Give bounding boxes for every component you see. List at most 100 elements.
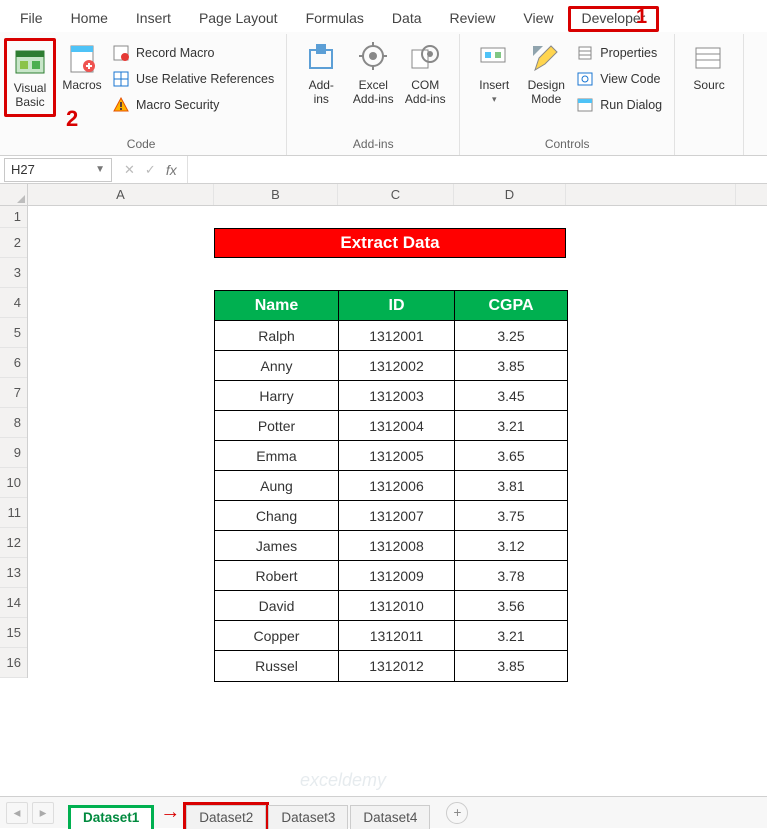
chevron-down-icon[interactable]: ▼ bbox=[95, 164, 105, 175]
cell-cgpa[interactable]: 3.21 bbox=[455, 621, 567, 651]
group-addins: Add- ins Excel Add-ins COM Add-ins Add-i… bbox=[287, 34, 460, 155]
run-dialog-button[interactable]: Run Dialog bbox=[572, 94, 666, 116]
row-header[interactable]: 14 bbox=[0, 588, 27, 618]
tab-page-layout[interactable]: Page Layout bbox=[185, 6, 292, 32]
cancel-formula-icon[interactable]: ✕ bbox=[124, 162, 135, 178]
view-code-button[interactable]: View Code bbox=[572, 68, 666, 90]
cell-name[interactable]: Chang bbox=[215, 501, 339, 531]
cell-id[interactable]: 1312010 bbox=[339, 591, 455, 621]
cell-id[interactable]: 1312005 bbox=[339, 441, 455, 471]
cell-cgpa[interactable]: 3.81 bbox=[455, 471, 567, 501]
sheet-tab-dataset2[interactable]: Dataset2 bbox=[186, 805, 266, 829]
cell-name[interactable]: Potter bbox=[215, 411, 339, 441]
sheet-tab-dataset4[interactable]: Dataset4 bbox=[350, 805, 430, 829]
cell-name[interactable]: Ralph bbox=[215, 321, 339, 351]
row-header[interactable]: 8 bbox=[0, 408, 27, 438]
cell-name[interactable]: Copper bbox=[215, 621, 339, 651]
use-relative-refs-button[interactable]: Use Relative References bbox=[108, 68, 278, 90]
confirm-formula-icon[interactable]: ✓ bbox=[145, 162, 156, 178]
tab-data[interactable]: Data bbox=[378, 6, 436, 32]
properties-button[interactable]: Properties bbox=[572, 42, 666, 64]
sheet-nav-prev[interactable]: ◂ bbox=[6, 802, 28, 824]
title-cell[interactable]: Extract Data bbox=[214, 228, 566, 258]
row-header[interactable]: 2 bbox=[0, 228, 27, 258]
header-name[interactable]: Name bbox=[215, 291, 339, 321]
tab-view[interactable]: View bbox=[509, 6, 567, 32]
insert-control-label: Insert bbox=[479, 78, 509, 92]
cell-name[interactable]: Aung bbox=[215, 471, 339, 501]
formula-input[interactable] bbox=[187, 156, 767, 183]
cell-id[interactable]: 1312012 bbox=[339, 651, 455, 681]
cell-id[interactable]: 1312002 bbox=[339, 351, 455, 381]
cell-id[interactable]: 1312011 bbox=[339, 621, 455, 651]
cells[interactable]: Extract Data Name ID CGPA Ralph 1312001 … bbox=[28, 206, 767, 678]
cell-id[interactable]: 1312006 bbox=[339, 471, 455, 501]
tab-review[interactable]: Review bbox=[436, 6, 510, 32]
tab-insert[interactable]: Insert bbox=[122, 6, 185, 32]
cell-id[interactable]: 1312003 bbox=[339, 381, 455, 411]
macro-security-button[interactable]: Macro Security bbox=[108, 94, 278, 116]
header-id[interactable]: ID bbox=[339, 291, 455, 321]
col-header-e[interactable] bbox=[566, 184, 736, 205]
cell-cgpa[interactable]: 3.75 bbox=[455, 501, 567, 531]
cell-cgpa[interactable]: 3.65 bbox=[455, 441, 567, 471]
cell-name[interactable]: Anny bbox=[215, 351, 339, 381]
tab-formulas[interactable]: Formulas bbox=[292, 6, 378, 32]
cell-id[interactable]: 1312009 bbox=[339, 561, 455, 591]
row-header[interactable]: 3 bbox=[0, 258, 27, 288]
col-header-c[interactable]: C bbox=[338, 184, 454, 205]
row-header[interactable]: 12 bbox=[0, 528, 27, 558]
row-header[interactable]: 7 bbox=[0, 378, 27, 408]
row-header[interactable]: 16 bbox=[0, 648, 27, 678]
cell-cgpa[interactable]: 3.85 bbox=[455, 651, 567, 681]
source-button[interactable]: Sourc bbox=[683, 38, 735, 96]
select-all-triangle[interactable] bbox=[0, 184, 28, 205]
sheet-tab-dataset3[interactable]: Dataset3 bbox=[268, 805, 348, 829]
fx-icon[interactable]: fx bbox=[166, 162, 177, 178]
cell-cgpa[interactable]: 3.56 bbox=[455, 591, 567, 621]
cell-id[interactable]: 1312001 bbox=[339, 321, 455, 351]
col-header-b[interactable]: B bbox=[214, 184, 338, 205]
tab-file[interactable]: File bbox=[6, 6, 57, 32]
row-header[interactable]: 5 bbox=[0, 318, 27, 348]
name-box[interactable]: H27 ▼ bbox=[4, 158, 112, 182]
sheet-nav-next[interactable]: ▸ bbox=[32, 802, 54, 824]
row-header[interactable]: 13 bbox=[0, 558, 27, 588]
cell-name[interactable]: David bbox=[215, 591, 339, 621]
row-header[interactable]: 4 bbox=[0, 288, 27, 318]
com-addins-button[interactable]: COM Add-ins bbox=[399, 38, 451, 111]
cell-name[interactable]: Robert bbox=[215, 561, 339, 591]
cell-cgpa[interactable]: 3.85 bbox=[455, 351, 567, 381]
add-sheet-button[interactable]: + bbox=[446, 802, 468, 824]
cell-id[interactable]: 1312008 bbox=[339, 531, 455, 561]
insert-control-button[interactable]: Insert ▾ bbox=[468, 38, 520, 109]
addins-button[interactable]: Add- ins bbox=[295, 38, 347, 111]
col-header-a[interactable]: A bbox=[28, 184, 214, 205]
col-header-d[interactable]: D bbox=[454, 184, 566, 205]
cell-cgpa[interactable]: 3.12 bbox=[455, 531, 567, 561]
cell-id[interactable]: 1312004 bbox=[339, 411, 455, 441]
cell-name[interactable]: Harry bbox=[215, 381, 339, 411]
row-header[interactable]: 6 bbox=[0, 348, 27, 378]
cell-cgpa[interactable]: 3.78 bbox=[455, 561, 567, 591]
row-header[interactable]: 9 bbox=[0, 438, 27, 468]
row-header[interactable]: 11 bbox=[0, 498, 27, 528]
sheet-tab-dataset1[interactable]: Dataset1 bbox=[68, 805, 154, 829]
record-macro-button[interactable]: Record Macro bbox=[108, 42, 278, 64]
row-header[interactable]: 1 bbox=[0, 206, 27, 228]
tab-home[interactable]: Home bbox=[57, 6, 122, 32]
cell-name[interactable]: James bbox=[215, 531, 339, 561]
design-mode-button[interactable]: Design Mode bbox=[520, 38, 572, 111]
row-header[interactable]: 10 bbox=[0, 468, 27, 498]
header-cgpa[interactable]: CGPA bbox=[455, 291, 567, 321]
visual-basic-button[interactable]: Visual Basic bbox=[4, 38, 56, 117]
macros-button[interactable]: Macros bbox=[56, 38, 108, 96]
cell-id[interactable]: 1312007 bbox=[339, 501, 455, 531]
cell-name[interactable]: Russel bbox=[215, 651, 339, 681]
cell-cgpa[interactable]: 3.21 bbox=[455, 411, 567, 441]
excel-addins-button[interactable]: Excel Add-ins bbox=[347, 38, 399, 111]
cell-cgpa[interactable]: 3.25 bbox=[455, 321, 567, 351]
row-header[interactable]: 15 bbox=[0, 618, 27, 648]
cell-name[interactable]: Emma bbox=[215, 441, 339, 471]
cell-cgpa[interactable]: 3.45 bbox=[455, 381, 567, 411]
